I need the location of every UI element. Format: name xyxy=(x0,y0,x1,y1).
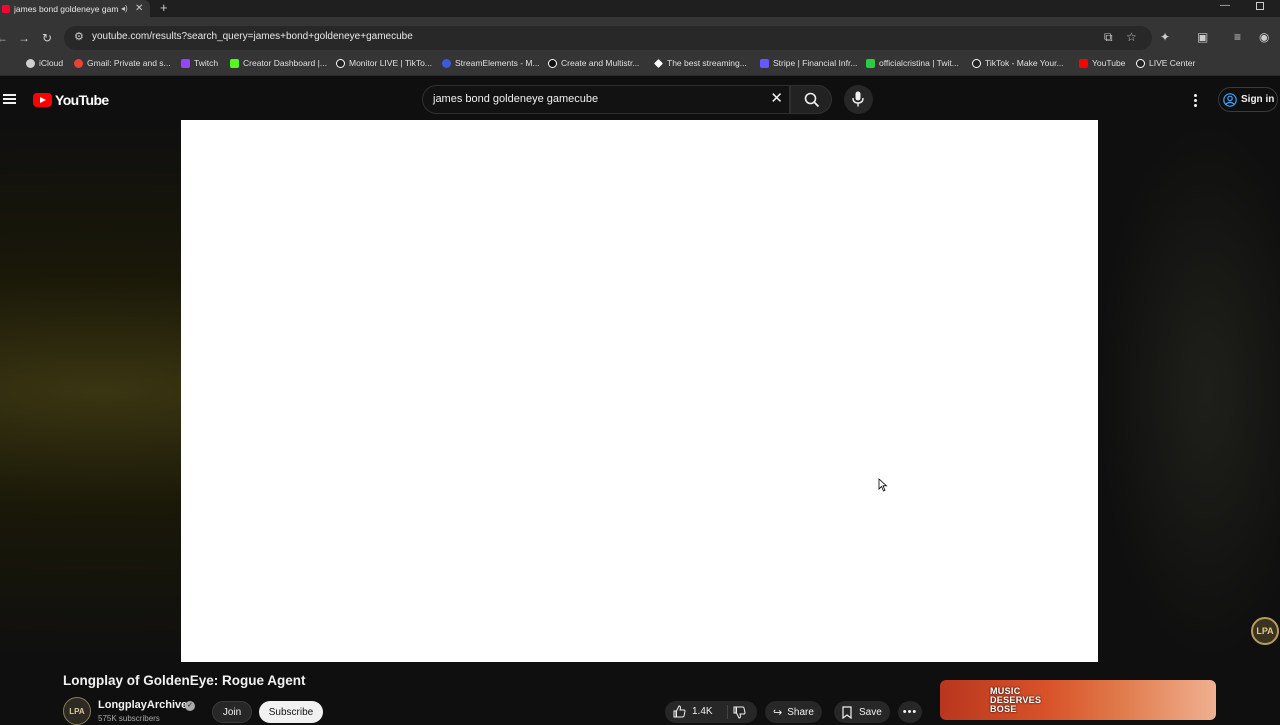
bookmark-gmail[interactable]: Gmail: Private and s... xyxy=(74,58,171,68)
close-tab-icon[interactable]: ✕ xyxy=(135,3,143,14)
bookmark-label: Stripe | Financial Infr... xyxy=(773,58,858,68)
youtube-wordmark: YouTube xyxy=(55,92,109,108)
bookmark-kick[interactable]: Creator Dashboard |... xyxy=(230,58,327,68)
bookmark-label: Twitch xyxy=(194,58,219,68)
bookmark-tiktok-monitor[interactable]: Monitor LIVE | TikTo... xyxy=(336,58,432,68)
kick-icon xyxy=(230,58,239,68)
site-settings-icon[interactable]: ⚙ xyxy=(74,32,84,43)
like-count: 1.4K xyxy=(692,706,713,717)
tab-title: james bond goldeneye gam xyxy=(14,3,118,14)
ad-headline: MUSIC DESERVES BOSE xyxy=(990,687,1041,714)
bookmark-label: Create and Multistr... xyxy=(561,58,640,68)
youtube-icon xyxy=(1079,58,1088,68)
bookmark-twitch[interactable]: Twitch xyxy=(181,58,218,68)
bookmark-label: YouTube xyxy=(1092,58,1126,68)
google-icon xyxy=(74,58,83,68)
extensions-icon[interactable]: ✦ xyxy=(1160,31,1170,43)
bookmark-label: Monitor LIVE | TikTo... xyxy=(349,58,432,68)
account-icon xyxy=(1223,92,1237,107)
back-icon[interactable]: ← xyxy=(0,32,8,44)
bookmark-streaming[interactable]: The best streaming... xyxy=(654,58,747,68)
bookmark-label: LIVE Center xyxy=(1149,58,1196,68)
verified-icon: ✓ xyxy=(185,701,195,711)
ad-text-line3: BOSE xyxy=(990,704,1017,714)
search-button[interactable] xyxy=(790,85,832,114)
settings-kebab-icon[interactable] xyxy=(1194,94,1198,109)
search-input[interactable]: james bond goldeneye gamecube ✕ xyxy=(422,85,790,114)
tiktok-icon xyxy=(1136,58,1145,68)
sidebar-ad-thumbnail[interactable]: MUSIC DESERVES BOSE xyxy=(940,680,1216,720)
like-divider xyxy=(727,705,728,719)
microphone-icon xyxy=(852,91,864,107)
video-player[interactable] xyxy=(181,120,1098,662)
tiktok-icon xyxy=(972,58,981,68)
tiktok-icon xyxy=(336,58,345,68)
side-panel-icon[interactable]: ▣ xyxy=(1197,31,1208,43)
speaker-icon[interactable]: ◂) xyxy=(121,4,129,13)
subscriber-count: 575K subscribers xyxy=(98,714,160,723)
mouse-cursor-icon xyxy=(878,478,888,492)
bookmark-star-icon[interactable]: ☆ xyxy=(1126,31,1137,43)
video-title: Longplay of GoldenEye: Rogue Agent xyxy=(63,673,306,688)
bookmark-stripe[interactable]: Stripe | Financial Infr... xyxy=(760,58,857,68)
thumbs-down-icon[interactable] xyxy=(733,706,746,719)
voice-search-button[interactable] xyxy=(844,85,873,114)
channel-watermark[interactable]: LPA xyxy=(1251,617,1279,645)
bookmark-label: Gmail: Private and s... xyxy=(87,58,171,68)
stripe-icon xyxy=(760,58,769,68)
clear-search-icon[interactable]: ✕ xyxy=(770,91,783,106)
bookmark-tiktok[interactable]: TikTok - Make Your... xyxy=(972,58,1064,68)
youtube-favicon-icon xyxy=(2,4,10,13)
profile-icon[interactable]: ◉ xyxy=(1259,31,1269,43)
bookmark-twitter[interactable]: officialcristina | Twit... xyxy=(866,58,959,68)
channel-avatar[interactable]: LPA xyxy=(63,697,91,725)
minimize-icon[interactable]: — xyxy=(1220,0,1230,11)
bookmark-icloud[interactable]: iCloud xyxy=(26,58,63,68)
url-text: youtube.com/results?search_query=james+b… xyxy=(92,31,413,42)
search-icon xyxy=(804,92,820,108)
sign-in-label: Sign in xyxy=(1241,94,1275,105)
bookmark-streamelements[interactable]: StreamElements - M... xyxy=(442,58,540,68)
reload-icon[interactable]: ↻ xyxy=(42,32,52,44)
browser-tab-strip: james bond goldeneye gam ◂) ✕ + — xyxy=(0,0,1280,17)
thumbs-up-icon[interactable] xyxy=(673,705,686,718)
icloud-icon xyxy=(26,58,35,68)
search-query-text: james bond goldeneye gamecube xyxy=(433,93,599,105)
green-badge-icon xyxy=(866,58,875,68)
bookmark-label: iCloud xyxy=(39,58,64,68)
media-controls-icon[interactable]: ≡ xyxy=(1234,31,1241,43)
bookmark-label: StreamElements - M... xyxy=(455,58,540,68)
menu-icon[interactable] xyxy=(3,94,16,104)
install-app-icon[interactable]: ⧉ xyxy=(1104,31,1113,43)
sign-in-button[interactable]: Sign in xyxy=(1218,87,1278,112)
bookmark-label: Creator Dashboard |... xyxy=(243,58,327,68)
bookmarks-bar: iCloud Gmail: Private and s... Twitch Cr… xyxy=(0,54,1280,76)
restream-icon xyxy=(548,58,557,68)
ambient-background-right xyxy=(1098,120,1280,662)
bookmark-label: TikTok - Make Your... xyxy=(985,58,1064,68)
restore-window-icon[interactable] xyxy=(1256,2,1264,10)
youtube-header: YouTube james bond goldeneye gamecube ✕ … xyxy=(0,77,1280,120)
channel-name[interactable]: LongplayArchive xyxy=(98,699,187,711)
bookmark-label: The best streaming... xyxy=(667,58,747,68)
streamelements-icon xyxy=(442,58,451,68)
bookmark-live-center[interactable]: LIVE Center xyxy=(1136,58,1195,68)
youtube-logo[interactable]: YouTube xyxy=(33,92,109,108)
share-label: Share xyxy=(787,706,814,718)
bookmark-restream[interactable]: Create and Multistr... xyxy=(548,58,639,68)
bookmark-youtube[interactable]: YouTube xyxy=(1079,58,1125,68)
twitch-icon xyxy=(181,58,190,68)
bookmark-label: officialcristina | Twit... xyxy=(879,58,959,68)
bookmark-save-icon xyxy=(842,705,852,719)
browser-tab[interactable]: james bond goldeneye gam ◂) ✕ xyxy=(0,0,150,17)
new-tab-icon[interactable]: + xyxy=(160,1,168,14)
forward-icon[interactable]: → xyxy=(18,32,30,44)
save-label: Save xyxy=(859,706,882,718)
share-arrow-icon: ↪ xyxy=(773,706,783,719)
youtube-play-icon xyxy=(33,93,52,107)
diamond-icon xyxy=(654,58,663,68)
address-bar[interactable]: ⚙ youtube.com/results?search_query=james… xyxy=(64,26,1152,50)
